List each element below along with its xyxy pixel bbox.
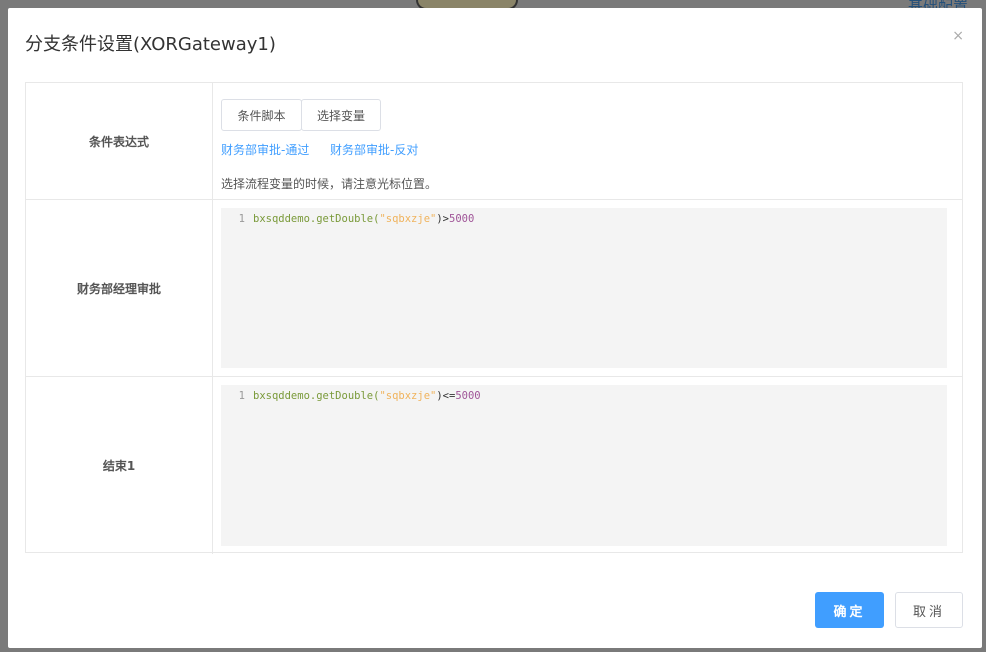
code-token: getDouble( [316,213,380,225]
dialog-title: 分支条件设置(XORGateway1) [25,34,276,55]
row-cell: 1 bxsqddemo.getDouble("sqbxzje")<=5000 [213,377,962,554]
row-cell: 1 bxsqddemo.getDouble("sqbxzje")>5000 [213,200,962,376]
row-label: 条件表达式 [26,83,213,199]
cursor-hint: 选择流程变量的时候，请注意光标位置。 [221,177,438,191]
row-label: 财务部经理审批 [26,200,213,376]
confirm-button[interactable]: 确定 [815,592,884,628]
code-token: 5000 [455,390,481,402]
condition-script-button[interactable]: 条件脚本 [221,99,302,131]
cancel-button[interactable]: 取消 [895,592,963,628]
code-token: getDouble( [316,390,380,402]
table-row: 财务部经理审批 1 bxsqddemo.getDouble("sqbxzje")>… [26,200,962,377]
line-number: 1 [238,390,245,402]
row-cell: 条件脚本 选择变量 财务部审批-通过 财务部审批-反对 选择流程变量的时候，请注… [213,83,962,199]
code-token: bxsqddemo. [253,390,317,402]
code-token: bxsqddemo. [253,213,317,225]
table-row: 结束1 1 bxsqddemo.getDouble("sqbxzje")<=500… [26,377,962,554]
row-label: 结束1 [26,377,213,554]
close-icon[interactable]: × [952,28,964,44]
code-editor[interactable]: 1 bxsqddemo.getDouble("sqbxzje")>5000 [221,208,947,368]
variable-link-reject[interactable]: 财务部审批-反对 [330,141,418,158]
branch-condition-dialog: 分支条件设置(XORGateway1) × 条件表达式 条件脚本 选择变量 财务… [8,8,982,648]
code-token: 5000 [449,213,475,225]
select-variable-button[interactable]: 选择变量 [301,99,381,131]
condition-table: 条件表达式 条件脚本 选择变量 财务部审批-通过 财务部审批-反对 选择流程变量… [25,82,963,554]
code-token: "sqbxzje" [379,390,437,402]
code-token: <= [442,390,456,402]
code-token: "sqbxzje" [379,213,437,225]
line-number: 1 [238,213,245,225]
table-row: 条件表达式 条件脚本 选择变量 财务部审批-通过 财务部审批-反对 选择流程变量… [26,83,962,200]
variable-link-approve[interactable]: 财务部审批-通过 [221,141,309,158]
code-editor[interactable]: 1 bxsqddemo.getDouble("sqbxzje")<=5000 [221,385,947,546]
